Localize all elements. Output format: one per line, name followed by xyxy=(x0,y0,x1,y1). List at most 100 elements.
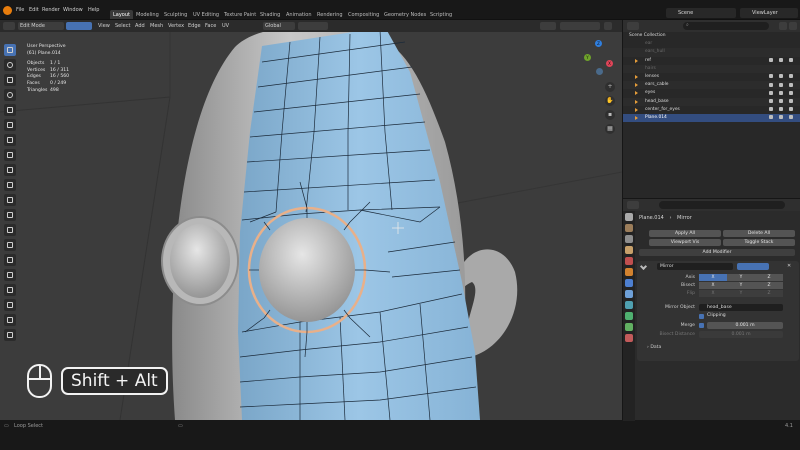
scale-tool[interactable] xyxy=(4,104,16,116)
visibility-icons[interactable] xyxy=(769,74,793,79)
bevel-tool[interactable] xyxy=(4,209,16,221)
overlay-toggle[interactable] xyxy=(540,22,556,30)
clipping-checkbox[interactable] xyxy=(699,314,704,319)
menu-face[interactable]: Face xyxy=(203,22,218,30)
workspace-tab-layout[interactable]: Layout xyxy=(110,10,133,19)
bisect-x-toggle[interactable]: X xyxy=(699,282,727,289)
transform-tool[interactable] xyxy=(4,119,16,131)
select-tool[interactable] xyxy=(4,44,16,56)
smooth-tool[interactable] xyxy=(4,284,16,296)
gizmo-y-axis[interactable]: Y xyxy=(584,54,591,61)
axis-y-toggle[interactable]: Y xyxy=(727,274,755,281)
workspace-tab-modeling[interactable]: Modeling xyxy=(133,10,162,19)
menu-edge[interactable]: Edge xyxy=(186,22,203,30)
constraints-tab-icon[interactable] xyxy=(625,312,633,320)
particles-tab-icon[interactable] xyxy=(625,290,633,298)
workspace-tab-geometry-nodes[interactable]: Geometry Nodes xyxy=(381,10,429,19)
shear-tool[interactable] xyxy=(4,329,16,341)
properties-search-input[interactable] xyxy=(659,201,785,209)
workspace-tab-rendering[interactable]: Rendering xyxy=(314,10,346,19)
axis-z-toggle[interactable]: Z xyxy=(755,274,783,281)
outliner-row[interactable]: eyes xyxy=(623,89,800,97)
merge-distance-field[interactable]: 0.001 m xyxy=(707,322,783,329)
inset-tool[interactable] xyxy=(4,194,16,206)
outliner-row[interactable]: lenses xyxy=(623,73,800,81)
shading-options[interactable] xyxy=(604,22,612,30)
merge-checkbox[interactable] xyxy=(699,323,704,328)
visibility-icons[interactable] xyxy=(769,107,793,112)
bisect-z-toggle[interactable]: Z xyxy=(755,282,783,289)
outliner-row[interactable]: ear xyxy=(623,40,800,48)
gizmo-z-axis[interactable]: Z xyxy=(595,40,602,47)
visibility-icons[interactable] xyxy=(769,99,793,104)
outliner-row-selected[interactable]: Plane.014 xyxy=(623,113,800,123)
expand-icon[interactable] xyxy=(635,58,639,63)
menu-window[interactable]: Window xyxy=(63,7,83,13)
apply-all-button[interactable]: Apply All xyxy=(649,230,721,237)
menu-mesh[interactable]: Mesh xyxy=(148,22,165,30)
camera-icon[interactable]: ▪ xyxy=(605,110,615,120)
shading-mode-buttons[interactable] xyxy=(560,22,600,30)
axis-x-toggle[interactable]: X xyxy=(699,274,727,281)
workspace-tab-shading[interactable]: Shading xyxy=(257,10,283,19)
snap-buttons[interactable] xyxy=(298,22,328,30)
outliner-row[interactable]: hairs xyxy=(623,64,800,73)
viewport-vis-button[interactable]: Viewport Vis xyxy=(649,239,721,246)
menu-help[interactable]: Help xyxy=(88,7,99,13)
modifier-tab-icon[interactable] xyxy=(625,279,633,287)
outliner-row[interactable]: center_for_eyes xyxy=(623,106,800,114)
filter-icon[interactable] xyxy=(779,22,787,30)
flip-z-toggle[interactable]: Z xyxy=(755,290,783,297)
menu-view[interactable]: View xyxy=(96,22,112,30)
outliner-search-input[interactable]: ⌕ xyxy=(683,22,769,30)
modifier-visibility-toggles[interactable] xyxy=(737,263,769,270)
menu-file[interactable]: File xyxy=(16,7,24,13)
expand-icon[interactable] xyxy=(635,107,639,112)
menu-add[interactable]: Add xyxy=(133,22,147,30)
cursor-tool[interactable] xyxy=(4,59,16,71)
outliner-row[interactable]: head_base xyxy=(623,97,800,106)
view-layer-selector[interactable]: ViewLayer xyxy=(740,8,798,18)
bisect-y-toggle[interactable]: Y xyxy=(727,282,755,289)
bisect-distance-field[interactable]: 0.001 m xyxy=(699,331,783,338)
expand-icon[interactable] xyxy=(635,74,639,79)
view-layer-tab-icon[interactable] xyxy=(625,246,633,254)
object-tab-icon[interactable] xyxy=(625,268,633,276)
blender-logo-icon[interactable] xyxy=(3,6,12,15)
output-tab-icon[interactable] xyxy=(625,235,633,243)
delete-all-button[interactable]: Delete All xyxy=(723,230,795,237)
close-icon[interactable]: ✕ xyxy=(787,263,794,270)
new-collection-icon[interactable] xyxy=(789,22,797,30)
mirror-object-field[interactable]: head_base xyxy=(699,304,783,311)
3d-viewport[interactable]: User Perspective (61) Plane.014 Objects 1… xyxy=(0,32,622,420)
workspace-tab-uv-editing[interactable]: UV Editing xyxy=(190,10,222,19)
loop-cut-tool[interactable] xyxy=(4,224,16,236)
properties-editor-type[interactable] xyxy=(627,201,639,209)
outliner-root-row[interactable]: Scene Collection xyxy=(623,32,800,40)
toggle-stack-button[interactable]: Toggle Stack xyxy=(723,239,795,246)
extrude-tool[interactable] xyxy=(4,179,16,191)
spin-tool[interactable] xyxy=(4,269,16,281)
orientation-selector[interactable]: Global xyxy=(263,22,295,30)
modifier-name-field[interactable]: Mirror xyxy=(657,263,733,270)
menu-select[interactable]: Select xyxy=(113,22,132,30)
menu-uv[interactable]: UV xyxy=(220,22,231,30)
outliner-row[interactable]: ref xyxy=(623,57,800,65)
collapse-icon[interactable] xyxy=(639,262,648,271)
visibility-icons[interactable] xyxy=(769,82,793,88)
visibility-icons[interactable] xyxy=(769,90,793,96)
workspace-tab-sculpting[interactable]: Sculpting xyxy=(161,10,190,19)
add-cube-tool[interactable] xyxy=(4,164,16,176)
gizmo-x-axis[interactable]: X xyxy=(606,60,613,67)
expand-icon[interactable] xyxy=(635,115,639,120)
shrink-fatten-tool[interactable] xyxy=(4,314,16,326)
data-subpanel[interactable]: › Data xyxy=(647,345,661,350)
data-tab-icon[interactable] xyxy=(625,323,633,331)
outliner-row[interactable]: ears_cable xyxy=(623,81,800,90)
physics-tab-icon[interactable] xyxy=(625,301,633,309)
grid-icon[interactable]: ▦ xyxy=(605,124,615,134)
mode-selector[interactable]: Edit Mode xyxy=(18,22,64,30)
editor-type-icon[interactable] xyxy=(3,22,15,30)
scene-selector[interactable]: Scene xyxy=(666,8,736,18)
select-mode-buttons[interactable] xyxy=(66,22,92,30)
